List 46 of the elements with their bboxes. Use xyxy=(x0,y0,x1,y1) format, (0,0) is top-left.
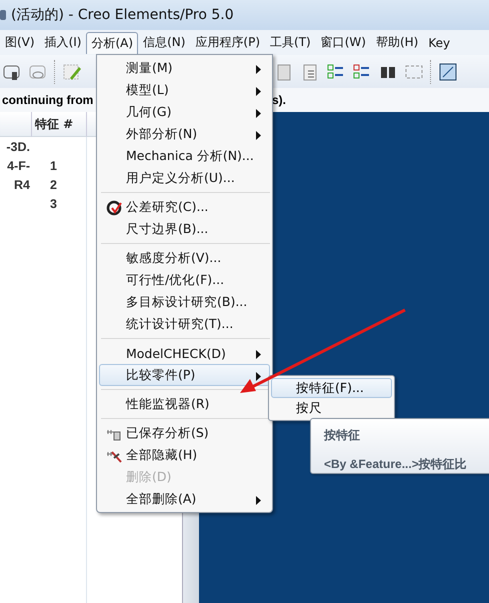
app-icon xyxy=(0,8,7,22)
menu-item[interactable]: 信息(N) xyxy=(138,31,190,54)
menu-item[interactable]: 尺寸边界(B)... xyxy=(99,218,270,240)
menu-item[interactable]: 多目标设计研究(B)... xyxy=(99,291,270,313)
column-header xyxy=(0,112,32,137)
menu-item: 删除(D) xyxy=(125,468,172,486)
menu-item[interactable]: 模型(L) xyxy=(99,79,270,101)
tooltip-title: 按特征 xyxy=(324,427,361,444)
tree-item[interactable]: R4 xyxy=(0,175,32,194)
menu-item[interactable]: 性能监视器(R) xyxy=(99,393,270,415)
menu-item[interactable]: Mechanica 分析(N)... xyxy=(99,145,270,167)
column-header: 特征 # xyxy=(32,112,87,137)
menu-item[interactable]: 全部隐藏(H) xyxy=(99,444,270,466)
table-cell: 1 xyxy=(32,156,87,175)
menu-item[interactable]: 工具(T) xyxy=(265,31,316,54)
message-text: continuing from xyxy=(2,93,94,107)
pencil-icon xyxy=(62,62,82,82)
menu-item[interactable]: 帮助(H) xyxy=(370,31,424,54)
menu-item[interactable]: 应用程序(P) xyxy=(190,31,266,54)
menu-item[interactable]: 图(V) xyxy=(0,31,40,54)
menu-item[interactable]: 插入(I) xyxy=(40,31,86,54)
menu-item[interactable]: 已保存分析(S) xyxy=(99,422,270,444)
menu-item[interactable]: ModelCHECK(D) xyxy=(99,342,270,364)
menu-item[interactable]: 统计设计研究(T)... xyxy=(99,313,270,335)
tree-item[interactable]: -3D. xyxy=(0,137,32,156)
menu-item[interactable]: 敏感度分析(V)... xyxy=(99,247,270,269)
menu-item[interactable]: 比较零件(P) xyxy=(99,364,270,386)
menu-item[interactable]: 按特征(F)... xyxy=(271,378,392,398)
table-cell: 2 xyxy=(32,175,87,194)
menu-item[interactable]: 分析(A) xyxy=(86,32,138,54)
window-icon xyxy=(438,62,458,82)
menu-item[interactable]: 公差研究(C)... xyxy=(99,196,270,218)
menu-item[interactable]: Key xyxy=(423,32,456,52)
window-title: (活动的) - Creo Elements/Pro 5.0 xyxy=(11,6,234,24)
message-text: s). xyxy=(272,93,286,107)
tree-item[interactable]: 4-F- xyxy=(0,156,32,175)
menu-item[interactable]: 全部删除(A) xyxy=(99,488,270,510)
menu-item[interactable]: 几何(G) xyxy=(99,101,270,123)
tolerance-icon xyxy=(106,200,122,216)
menu-item[interactable]: 可行性/优化(F)... xyxy=(99,269,270,291)
menu-item[interactable]: 按尺 xyxy=(271,398,392,418)
table-cell: 3 xyxy=(32,194,87,213)
tooltip-text: <By &Feature...>按特征比 xyxy=(324,456,468,473)
menu-item[interactable]: 窗口(W) xyxy=(316,31,371,54)
menu-item[interactable]: 用户定义分析(U)... xyxy=(99,167,270,189)
menu-item[interactable]: 外部分析(N) xyxy=(99,123,270,145)
